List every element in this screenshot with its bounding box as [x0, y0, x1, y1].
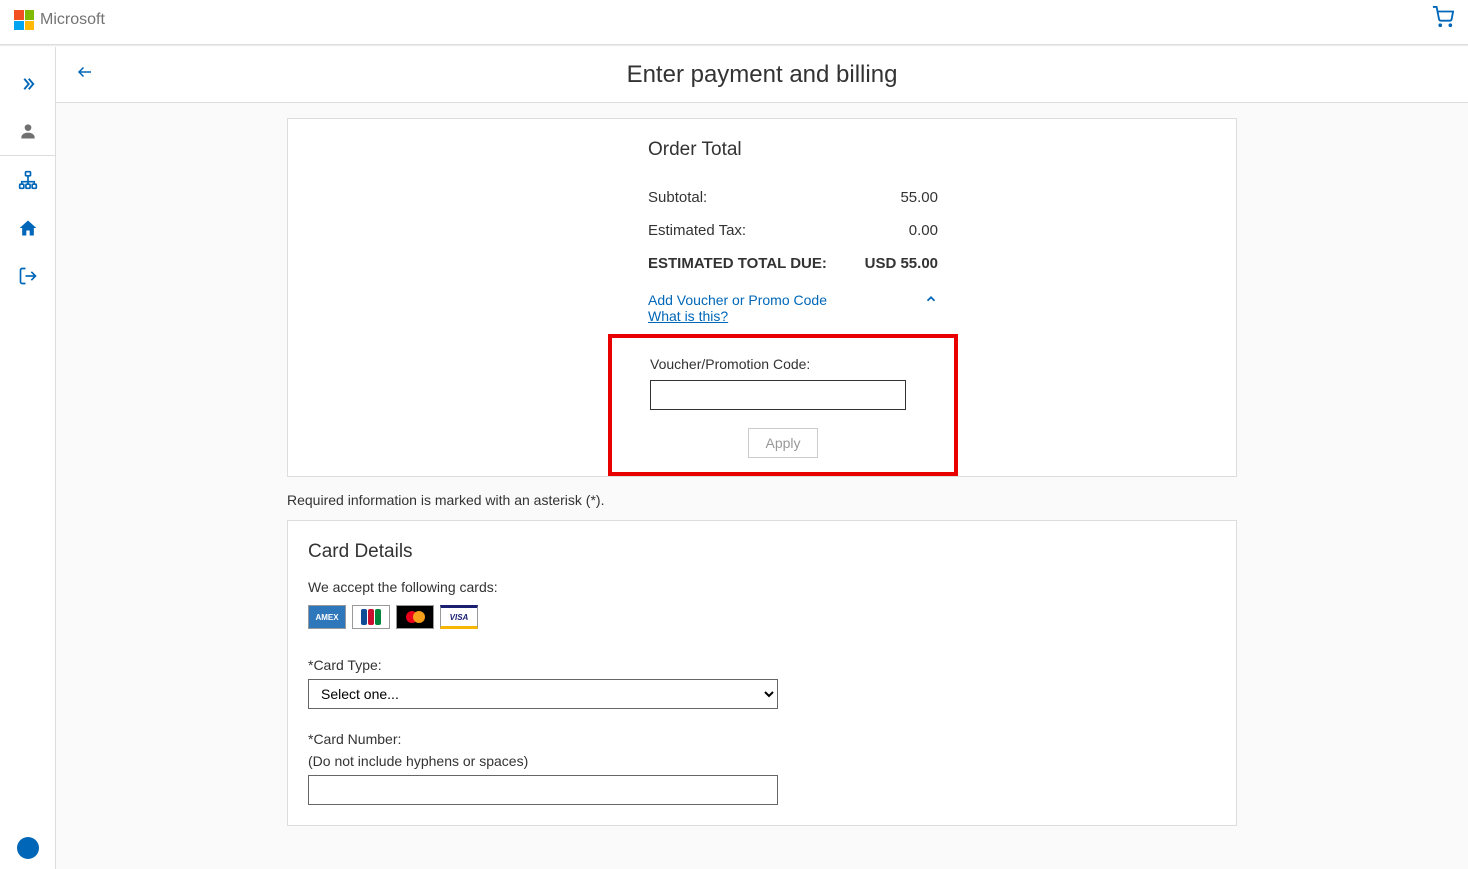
- tax-value: 0.00: [909, 222, 938, 239]
- order-total-heading: Order Total: [648, 139, 938, 161]
- apply-button[interactable]: Apply: [748, 428, 817, 458]
- home-icon[interactable]: [18, 218, 38, 238]
- voucher-toggle[interactable]: Add Voucher or Promo Code What is this?: [648, 292, 938, 324]
- help-icon[interactable]: [17, 837, 39, 859]
- voucher-input[interactable]: [650, 380, 906, 410]
- order-total-card: Order Total Subtotal: 55.00 Estimated Ta…: [287, 118, 1237, 477]
- chevron-up-icon[interactable]: [924, 292, 938, 309]
- tax-row: Estimated Tax: 0.00: [648, 214, 938, 247]
- voucher-box: Voucher/Promotion Code: Apply: [608, 334, 958, 476]
- jcb-icon: [352, 605, 390, 629]
- visa-icon: VISA: [440, 605, 478, 629]
- total-label: ESTIMATED TOTAL DUE:: [648, 255, 827, 272]
- tax-label: Estimated Tax:: [648, 222, 746, 239]
- top-header: Microsoft: [0, 0, 1468, 45]
- sidebar: [0, 47, 56, 869]
- amex-icon: AMEX: [308, 605, 346, 629]
- add-voucher-link[interactable]: Add Voucher or Promo Code: [648, 292, 827, 308]
- required-note: Required information is marked with an a…: [287, 492, 1237, 508]
- mastercard-icon: [396, 605, 434, 629]
- voucher-label: Voucher/Promotion Code:: [650, 356, 916, 372]
- microsoft-logo[interactable]: Microsoft: [14, 10, 105, 30]
- card-type-label: *Card Type:: [308, 657, 1216, 673]
- card-type-select[interactable]: Select one...: [308, 679, 778, 709]
- microsoft-logo-icon: [14, 10, 34, 30]
- page-header: Enter payment and billing: [56, 47, 1468, 103]
- subtotal-label: Subtotal:: [648, 189, 707, 206]
- accept-cards-text: We accept the following cards:: [308, 579, 1216, 595]
- card-number-label: *Card Number:: [308, 731, 1216, 747]
- brand-text: Microsoft: [40, 11, 105, 29]
- card-details-heading: Card Details: [308, 541, 1216, 563]
- subtotal-row: Subtotal: 55.00: [648, 181, 938, 214]
- total-row: ESTIMATED TOTAL DUE: USD 55.00: [648, 247, 938, 280]
- what-is-this-link[interactable]: What is this?: [648, 308, 827, 324]
- page-title: Enter payment and billing: [627, 61, 898, 89]
- sitemap-icon[interactable]: [18, 170, 38, 190]
- total-value: USD 55.00: [865, 255, 938, 272]
- back-arrow-icon[interactable]: [76, 63, 94, 86]
- card-number-hint: (Do not include hyphens or spaces): [308, 753, 1216, 769]
- card-details-card: Card Details We accept the following car…: [287, 520, 1237, 826]
- account-icon[interactable]: [18, 121, 38, 141]
- logout-icon[interactable]: [18, 266, 38, 286]
- subtotal-value: 55.00: [900, 189, 938, 206]
- card-number-input[interactable]: [308, 775, 778, 805]
- cart-icon[interactable]: [1432, 6, 1454, 34]
- card-logos-row: AMEX VISA: [308, 605, 1216, 629]
- expand-sidebar-icon[interactable]: [19, 75, 37, 93]
